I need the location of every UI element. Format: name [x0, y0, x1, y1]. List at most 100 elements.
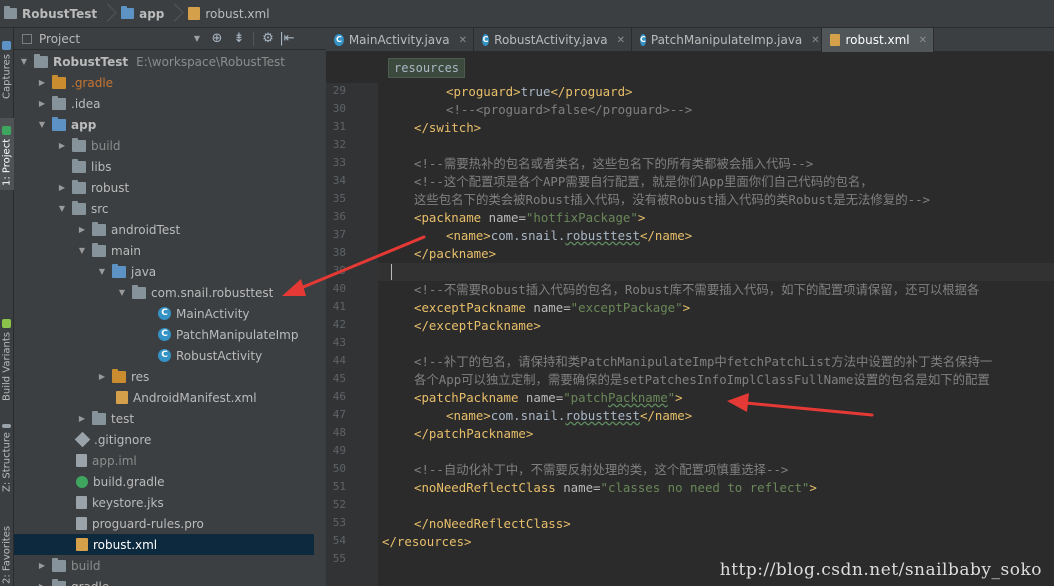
tree-item-res[interactable]: ▶ res	[14, 366, 314, 387]
code-area[interactable]: <proguard>true</proguard> <!--<proguard>…	[378, 83, 1054, 586]
tree-item-gradle[interactable]: ▶ gradle	[14, 576, 314, 586]
tree-item-androidmanifest[interactable]: AndroidManifest.xml	[14, 387, 314, 408]
collapse-all-icon[interactable]: ⇟	[228, 28, 250, 50]
chevron-right-icon[interactable]: ▶	[36, 99, 48, 108]
tree-item-proguard[interactable]: proguard-rules.pro	[14, 513, 314, 534]
tree-item-src[interactable]: ▼ src	[14, 198, 314, 219]
close-icon[interactable]: ✕	[459, 35, 467, 46]
tree-item-test[interactable]: ▶ test	[14, 408, 314, 429]
chevron-right-icon[interactable]: ▶	[76, 225, 88, 234]
breadcrumb-project[interactable]: RobustTest	[0, 0, 103, 28]
tree-item-build-gradle[interactable]: build.gradle	[14, 471, 314, 492]
breadcrumb-label: RobustTest	[22, 6, 98, 21]
breadcrumb-file[interactable]: robust.xml	[178, 0, 275, 28]
tree-item-main[interactable]: ▼ main	[14, 240, 314, 261]
tree-item-label: .idea	[71, 96, 101, 111]
chevron-down-icon[interactable]: ▼	[76, 246, 88, 255]
line-number: 29	[332, 84, 346, 97]
line-number: 35	[332, 192, 346, 205]
tab-patchmanipulateimp[interactable]: C PatchManipulateImp.java ✕	[632, 28, 822, 52]
xml-breadcrumb-resources[interactable]: resources	[388, 58, 466, 78]
tab-project[interactable]: 1: Project	[0, 118, 14, 190]
settings-gear-icon[interactable]: ⚙	[257, 28, 279, 50]
tree-item-label: .gradle	[71, 75, 114, 90]
tree-item-idea[interactable]: ▶ .idea	[14, 93, 314, 114]
tool-window-strip: Captures 1: Project Build Variants Z: St…	[0, 28, 14, 586]
tree-item-label: RobustTest	[53, 54, 129, 69]
project-view-selector[interactable]: Project ▼	[14, 28, 206, 50]
tree-item-robust[interactable]: ▶ robust	[14, 177, 314, 198]
chevron-down-icon[interactable]: ▼	[36, 120, 48, 129]
chevron-down-icon[interactable]: ▼	[56, 204, 68, 213]
tree-item-app-iml[interactable]: app.iml	[14, 450, 314, 471]
tree-item-robust-xml[interactable]: robust.xml	[14, 534, 314, 555]
tab-build-variants[interactable]: Build Variants	[0, 312, 14, 404]
tree-item-label: proguard-rules.pro	[92, 516, 204, 531]
tab-robustactivity[interactable]: C RobustActivity.java ✕	[474, 28, 632, 52]
close-icon[interactable]: ✕	[811, 35, 819, 46]
navigation-bar: RobustTest app robust.xml	[0, 0, 1054, 28]
tree-item-root-build[interactable]: ▶ build	[14, 555, 314, 576]
hide-panel-icon[interactable]: |⇤	[279, 28, 295, 50]
breadcrumb-module[interactable]: app	[111, 0, 170, 28]
chevron-down-icon[interactable]: ▼	[116, 288, 128, 297]
tab-robust-xml[interactable]: robust.xml ✕	[822, 28, 934, 52]
tree-item-gitignore[interactable]: .gitignore	[14, 429, 314, 450]
chevron-right-icon[interactable]: ▶	[76, 414, 88, 423]
close-icon[interactable]: ✕	[919, 35, 927, 46]
tab-mainactivity[interactable]: C MainActivity.java ✕	[326, 28, 474, 52]
chevron-right-icon[interactable]: ▶	[56, 141, 68, 150]
code-comment: 这些包名下的类会被Robust插入代码，没有被Robust插入代码的类Robus…	[414, 192, 930, 207]
tree-item-label: test	[111, 411, 135, 426]
project-path: E:\workspace\RobustTest	[136, 54, 286, 69]
code-comment: <!--补丁的包名，请保持和类PatchManipulateImp中fetchP…	[414, 354, 993, 369]
close-icon[interactable]: ✕	[617, 35, 625, 46]
chevron-right-icon[interactable]: ▶	[56, 183, 68, 192]
tab-captures[interactable]: Captures	[0, 36, 14, 100]
tree-item-label: AndroidManifest.xml	[133, 390, 257, 405]
xml-file-icon	[76, 538, 88, 551]
line-number: 47	[332, 408, 346, 421]
tree-item-label: res	[131, 369, 150, 384]
tree-item-keystore[interactable]: keystore.jks	[14, 492, 314, 513]
dropdown-arrow-icon: ▼	[193, 34, 200, 43]
tree-item-label: app.iml	[92, 453, 137, 468]
tree-item-robusttest[interactable]: ▼ RobustTest E:\workspace\RobustTest	[14, 51, 314, 72]
chevron-down-icon[interactable]: ▼	[96, 267, 108, 276]
tree-item-gradle-dir[interactable]: ▶ .gradle	[14, 72, 314, 93]
tree-item-label: libs	[91, 159, 112, 174]
folder-icon	[34, 53, 48, 68]
line-number: 33	[332, 156, 346, 169]
chevron-right-icon[interactable]: ▶	[36, 582, 48, 586]
breadcrumb-label: robust.xml	[205, 6, 270, 21]
tree-item-mainactivity[interactable]: C MainActivity	[14, 303, 314, 324]
tab-structure[interactable]: Z: Structure	[0, 420, 14, 492]
tree-item-java[interactable]: ▼ java	[14, 261, 314, 282]
sync-scroll-icon[interactable]: ⊕	[206, 28, 228, 50]
chevron-right-icon[interactable]: ▶	[36, 561, 48, 570]
tree-item-robustactivity[interactable]: C RobustActivity	[14, 345, 314, 366]
tab-label: Z: Structure	[1, 432, 13, 492]
folder-icon	[72, 137, 86, 152]
tree-item-label: .gitignore	[94, 432, 152, 447]
tree-item-build[interactable]: ▶ build	[14, 135, 314, 156]
line-number: 53	[332, 516, 346, 529]
source-folder-icon	[112, 263, 126, 278]
editor-area: C MainActivity.java ✕ C RobustActivity.j…	[326, 28, 1054, 586]
tab-favorites[interactable]: 2: Favorites	[0, 518, 14, 584]
code-line: <proguard>true</proguard>	[446, 84, 633, 99]
tree-item-patchmanipulateimp[interactable]: C PatchManipulateImp	[14, 324, 314, 345]
chevron-down-icon[interactable]: ▼	[18, 57, 30, 66]
tree-item-package[interactable]: ▼ com.snail.robusttest	[14, 282, 314, 303]
folder-icon	[72, 158, 86, 173]
line-number: 39	[332, 264, 346, 277]
tree-item-libs[interactable]: libs	[14, 156, 314, 177]
xml-file-icon	[830, 34, 841, 46]
chevron-right-icon[interactable]: ▶	[36, 78, 48, 87]
line-number: 50	[332, 462, 346, 475]
code-line: </noNeedReflectClass>	[414, 516, 571, 531]
chevron-right-icon[interactable]: ▶	[96, 372, 108, 381]
tree-item-app[interactable]: ▼ app	[14, 114, 314, 135]
tree-item-androidtest[interactable]: ▶ androidTest	[14, 219, 314, 240]
folder-icon	[52, 578, 66, 586]
